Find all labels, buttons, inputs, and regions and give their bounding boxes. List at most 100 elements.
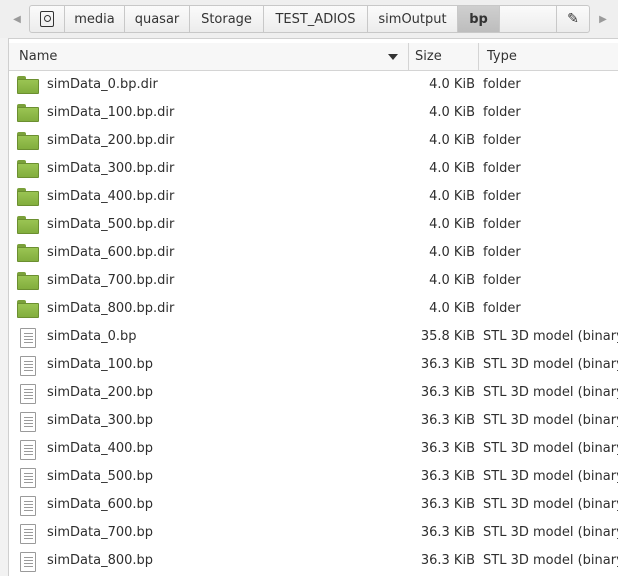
folder-icon xyxy=(17,160,39,178)
file-icon xyxy=(17,468,36,488)
file-size: 4.0 KiB xyxy=(429,105,475,120)
file-size: 4.0 KiB xyxy=(429,189,475,204)
file-size: 36.3 KiB xyxy=(420,385,475,400)
file-row[interactable]: simData_600.bp 36.3 KiB STL 3D model (bina… xyxy=(9,491,618,519)
file-size: 4.0 KiB xyxy=(429,77,475,92)
file-row[interactable]: simData_0.bp 35.8 KiB STL 3D model (binary… xyxy=(9,323,618,351)
column-header-size[interactable]: Size xyxy=(409,43,479,70)
file-name: simData_800.bp xyxy=(47,553,154,568)
root-drive-button[interactable] xyxy=(30,6,65,32)
file-row[interactable]: simData_300.bp.dir 4.0 KiB folder xyxy=(9,155,618,183)
file-size: 35.8 KiB xyxy=(420,329,475,344)
file-row[interactable]: simData_500.bp.dir 4.0 KiB folder xyxy=(9,211,618,239)
file-type: folder xyxy=(483,273,521,288)
file-size: 4.0 KiB xyxy=(429,133,475,148)
crumb-test-adios[interactable]: TEST_ADIOS xyxy=(264,6,368,32)
file-name: simData_700.bp xyxy=(47,525,154,540)
file-icon xyxy=(17,412,36,432)
file-row[interactable]: simData_200.bp.dir 4.0 KiB folder xyxy=(9,127,618,155)
file-size: 4.0 KiB xyxy=(429,245,475,260)
file-size: 36.3 KiB xyxy=(420,357,475,372)
file-icon xyxy=(17,328,36,348)
file-name: simData_500.bp.dir xyxy=(47,217,175,232)
breadcrumb-spacer xyxy=(500,6,557,32)
file-size: 36.3 KiB xyxy=(420,553,475,568)
file-size: 4.0 KiB xyxy=(429,301,475,316)
crumb-quasar[interactable]: quasar xyxy=(125,6,190,32)
file-row[interactable]: simData_700.bp.dir 4.0 KiB folder xyxy=(9,267,618,295)
file-type: folder xyxy=(483,217,521,232)
file-rows: simData_0.bp.dir 4.0 KiB folder simData_100… xyxy=(9,71,618,575)
file-row[interactable]: simData_100.bp.dir 4.0 KiB folder xyxy=(9,99,618,127)
file-name: simData_0.bp.dir xyxy=(47,77,158,92)
column-header-name[interactable]: Name xyxy=(9,43,409,70)
column-header: Name Size Type xyxy=(9,43,618,71)
file-icon xyxy=(17,384,36,404)
file-type: STL 3D model (binary) xyxy=(483,413,618,428)
file-name: simData_0.bp xyxy=(47,329,137,344)
column-type-label: Type xyxy=(487,49,517,64)
scroll-left-arrow-icon[interactable]: ◀ xyxy=(8,6,26,32)
file-row[interactable]: simData_400.bp 36.3 KiB STL 3D model (bina… xyxy=(9,435,618,463)
crumb-storage[interactable]: Storage xyxy=(190,6,264,32)
file-size: 36.3 KiB xyxy=(420,413,475,428)
file-icon xyxy=(17,356,36,376)
file-row[interactable]: simData_600.bp.dir 4.0 KiB folder xyxy=(9,239,618,267)
folder-icon xyxy=(17,244,39,262)
file-type: folder xyxy=(483,161,521,176)
file-name: simData_300.bp xyxy=(47,413,154,428)
folder-icon xyxy=(17,216,39,234)
file-type: STL 3D model (binary) xyxy=(483,525,618,540)
file-size: 4.0 KiB xyxy=(429,161,475,176)
file-row[interactable]: simData_400.bp.dir 4.0 KiB folder xyxy=(9,183,618,211)
crumb-media[interactable]: media xyxy=(65,6,125,32)
folder-icon xyxy=(17,300,39,318)
file-type: STL 3D model (binary) xyxy=(483,497,618,512)
file-size: 36.3 KiB xyxy=(420,469,475,484)
file-size: 4.0 KiB xyxy=(429,217,475,232)
file-name: simData_100.bp xyxy=(47,357,154,372)
file-list-view[interactable]: Name Size Type simData_0.bp.dir 4.0 KiB fo… xyxy=(8,38,618,576)
folder-icon xyxy=(17,76,39,94)
file-row[interactable]: simData_700.bp 36.3 KiB STL 3D model (bina… xyxy=(9,519,618,547)
file-type: STL 3D model (binary) xyxy=(483,357,618,372)
file-icon xyxy=(17,552,36,572)
scroll-right-arrow-icon[interactable]: ▶ xyxy=(594,6,612,32)
edit-location-button[interactable]: ✎ xyxy=(557,6,589,32)
folder-icon xyxy=(17,272,39,290)
crumb-simoutput[interactable]: simOutput xyxy=(368,6,458,32)
folder-icon xyxy=(17,132,39,150)
file-row[interactable]: simData_200.bp 36.3 KiB STL 3D model (bina… xyxy=(9,379,618,407)
file-type: STL 3D model (binary) xyxy=(483,329,618,344)
file-type: folder xyxy=(483,77,521,92)
pencil-icon: ✎ xyxy=(567,11,579,27)
file-icon xyxy=(17,440,36,460)
file-name: simData_400.bp.dir xyxy=(47,189,175,204)
path-bar: ◀ media quasar Storage TEST_ADIOS simOut… xyxy=(0,0,618,38)
file-row[interactable]: simData_300.bp 36.3 KiB STL 3D model (bina… xyxy=(9,407,618,435)
file-row[interactable]: simData_0.bp.dir 4.0 KiB folder xyxy=(9,71,618,99)
file-name: simData_100.bp.dir xyxy=(47,105,175,120)
file-type: STL 3D model (binary) xyxy=(483,385,618,400)
file-name: simData_500.bp xyxy=(47,469,154,484)
column-header-type[interactable]: Type xyxy=(479,43,618,70)
folder-icon xyxy=(17,104,39,122)
file-size: 36.3 KiB xyxy=(420,441,475,456)
sort-descending-icon xyxy=(388,54,398,60)
file-row[interactable]: simData_800.bp.dir 4.0 KiB folder xyxy=(9,295,618,323)
crumb-bp-active[interactable]: bp xyxy=(458,6,500,32)
file-type: folder xyxy=(483,133,521,148)
file-name: simData_600.bp.dir xyxy=(47,245,175,260)
drive-icon xyxy=(40,11,54,27)
file-type: folder xyxy=(483,245,521,260)
file-size: 36.3 KiB xyxy=(420,497,475,512)
file-row[interactable]: simData_500.bp 36.3 KiB STL 3D model (bina… xyxy=(9,463,618,491)
file-type: STL 3D model (binary) xyxy=(483,441,618,456)
file-row[interactable]: simData_800.bp 36.3 KiB STL 3D model (bina… xyxy=(9,547,618,575)
file-type: STL 3D model (binary) xyxy=(483,553,618,568)
breadcrumb: media quasar Storage TEST_ADIOS simOutpu… xyxy=(29,5,590,33)
file-row[interactable]: simData_100.bp 36.3 KiB STL 3D model (bina… xyxy=(9,351,618,379)
file-type: folder xyxy=(483,301,521,316)
file-size: 36.3 KiB xyxy=(420,525,475,540)
file-type: STL 3D model (binary) xyxy=(483,469,618,484)
